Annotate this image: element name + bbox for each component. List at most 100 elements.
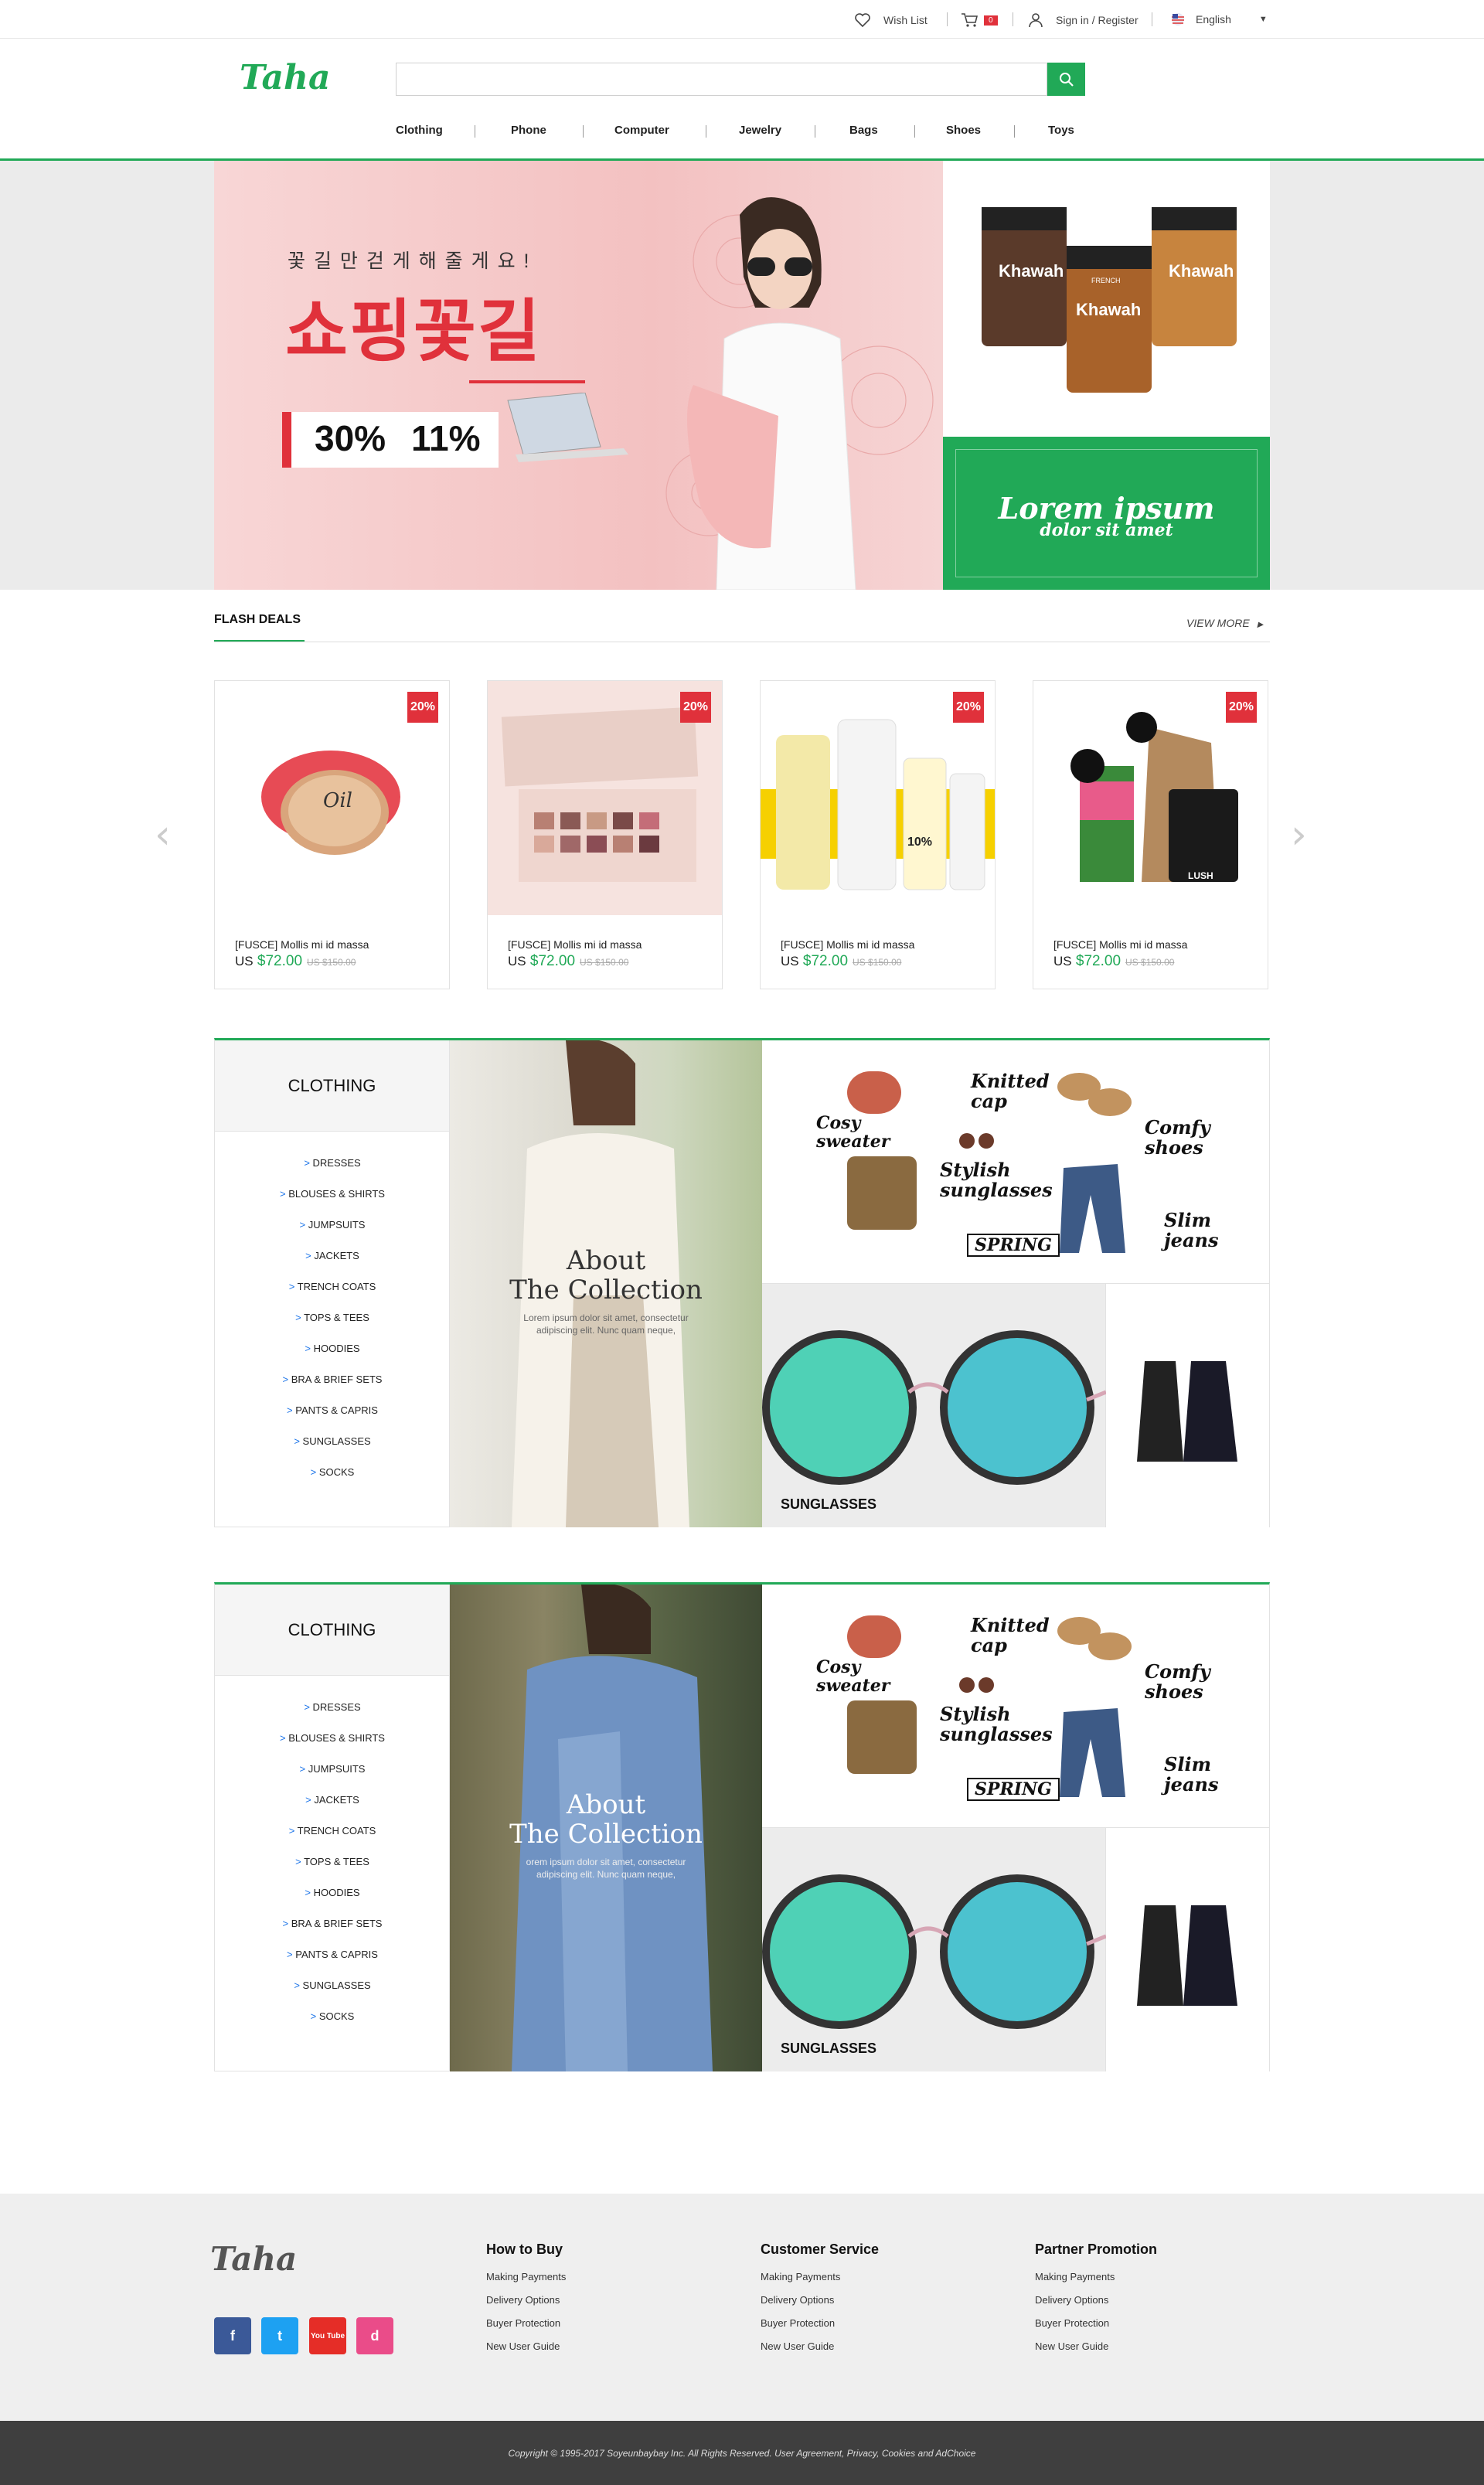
category-item[interactable]: > HOODIES: [215, 1343, 450, 1354]
search-input[interactable]: [396, 63, 1047, 96]
dresses-banner[interactable]: [1106, 1828, 1269, 2071]
hero-main-banner[interactable]: 꽃 길 만 걷 게 해 줄 게 요 ! 쇼핑꽃길 30% 11%: [214, 161, 943, 590]
spring-label-knitted: Knitted cap: [971, 1614, 1050, 1656]
product-name[interactable]: [FUSCE] Mollis mi id massa: [235, 938, 369, 951]
nav-jewelry[interactable]: Jewelry: [739, 124, 781, 137]
product-name[interactable]: [FUSCE] Mollis mi id massa: [781, 938, 914, 951]
footer-link[interactable]: Buyer Protection: [761, 2312, 879, 2335]
copyright-bar: Copyright © 1995-2017 Soyeunbaybay Inc. …: [0, 2421, 1484, 2485]
product-name[interactable]: [FUSCE] Mollis mi id massa: [1053, 938, 1187, 951]
dresses-banner[interactable]: [1106, 1284, 1269, 1527]
category-item[interactable]: > DRESSES: [215, 1157, 450, 1169]
category-item[interactable]: > SOCKS: [215, 1466, 450, 1478]
chevron-down-icon: ▼: [1258, 15, 1268, 24]
category-item[interactable]: > SUNGLASSES: [215, 1979, 450, 1991]
category-item[interactable]: > PANTS & CAPRIS: [215, 1949, 450, 1960]
product-card[interactable]: Oil 20% [FUSCE] Mollis mi id massa US $7…: [214, 680, 450, 989]
footer-link[interactable]: Making Payments: [486, 2265, 566, 2289]
signin-link[interactable]: Sign in / Register: [1028, 12, 1139, 28]
twitter-icon[interactable]: t: [261, 2317, 298, 2354]
nav-phone[interactable]: Phone: [511, 124, 546, 137]
footer-link[interactable]: Delivery Options: [1035, 2289, 1157, 2312]
category-item[interactable]: > TRENCH COATS: [215, 1281, 450, 1292]
collection-banner[interactable]: About The Collection orem ipsum dolor si…: [450, 1585, 762, 2071]
category-item[interactable]: > JUMPSUITS: [215, 1219, 450, 1231]
category-item[interactable]: > BLOUSES & SHIRTS: [215, 1188, 450, 1200]
category-item[interactable]: > BLOUSES & SHIRTS: [215, 1732, 450, 1744]
category-item[interactable]: > JACKETS: [215, 1794, 450, 1806]
price-value: $72.00: [257, 953, 303, 969]
nav-computer[interactable]: Computer: [614, 124, 669, 137]
cup-label-2: Khawah: [1076, 300, 1142, 319]
category-item[interactable]: > HOODIES: [215, 1887, 450, 1898]
category-item-label: SOCKS: [318, 2010, 355, 2022]
product-name[interactable]: [FUSCE] Mollis mi id massa: [508, 938, 642, 951]
search-button[interactable]: [1047, 63, 1085, 96]
footer-link[interactable]: Making Payments: [761, 2265, 879, 2289]
footer-link[interactable]: Making Payments: [1035, 2265, 1157, 2289]
category-item[interactable]: > JUMPSUITS: [215, 1763, 450, 1775]
footer-link[interactable]: New User Guide: [486, 2335, 566, 2358]
about-text: About: [566, 1789, 646, 1820]
product-card[interactable]: LUSH 20% [FUSCE] Mollis mi id massa US $…: [1033, 680, 1268, 989]
nav-toys[interactable]: Toys: [1048, 124, 1074, 137]
category-item[interactable]: > JACKETS: [215, 1250, 450, 1261]
category-item[interactable]: > SOCKS: [215, 2010, 450, 2022]
product-card[interactable]: 20% [FUSCE] Mollis mi id massa US $72.00…: [487, 680, 723, 989]
collection-desc: orem ipsum dolor sit amet, consectetur: [526, 1857, 686, 1867]
category-item[interactable]: > DRESSES: [215, 1701, 450, 1713]
footer-link[interactable]: Delivery Options: [486, 2289, 566, 2312]
language-selector[interactable]: English ▼: [1171, 12, 1268, 26]
nav-bags[interactable]: Bags: [849, 124, 878, 137]
sunglasses-image: [762, 1874, 1106, 2029]
category-item[interactable]: > SUNGLASSES: [215, 1435, 450, 1447]
carousel-next-button[interactable]: ›: [1291, 812, 1307, 858]
category-title[interactable]: CLOTHING: [215, 1040, 450, 1132]
spring-banner[interactable]: Knitted cap Cosy sweater Comfy shoes Sty…: [762, 1040, 1269, 1284]
category-item[interactable]: > TRENCH COATS: [215, 1825, 450, 1837]
category-item[interactable]: > TOPS & TEES: [215, 1856, 450, 1867]
footer-link[interactable]: Delivery Options: [761, 2289, 879, 2312]
chevron-right-icon: >: [280, 1188, 289, 1200]
nav-shoes[interactable]: Shoes: [946, 124, 981, 137]
dribbble-icon[interactable]: d: [356, 2317, 393, 2354]
sunglasses-banner[interactable]: SUNGLASSES: [762, 1284, 1106, 1527]
view-more-link[interactable]: VIEW MORE ▶: [1186, 617, 1263, 629]
hero-product-banner[interactable]: Khawah Khawah Khawah FRENCH: [943, 161, 1270, 437]
hero-promo-banner[interactable]: Lorem ipsum dolor sit amet: [943, 437, 1270, 590]
chevron-right-icon: >: [295, 1856, 305, 1867]
collection-desc: adipiscing elit. Nunc quam neque,: [536, 1869, 676, 1880]
old-price: US $150.00: [853, 957, 902, 968]
footer-logo[interactable]: Taha: [210, 2240, 297, 2278]
footer: [0, 2194, 1484, 2421]
site-logo[interactable]: Taha: [240, 58, 331, 97]
youtube-icon[interactable]: You Tube: [309, 2317, 346, 2354]
footer-link[interactable]: Buyer Protection: [486, 2312, 566, 2335]
sunglasses-banner[interactable]: SUNGLASSES: [762, 1828, 1106, 2071]
spring-label-sunglasses: Stylish sunglasses: [940, 1159, 1053, 1201]
footer-link[interactable]: New User Guide: [761, 2335, 879, 2358]
user-icon: [1029, 13, 1043, 28]
price-currency: US: [1053, 954, 1072, 968]
cart-link[interactable]: 0: [961, 12, 998, 28]
category-item[interactable]: > TOPS & TEES: [215, 1312, 450, 1323]
spring-label-shoes: Comfy shoes: [1145, 1660, 1210, 1703]
wishlist-link[interactable]: Wish List: [854, 12, 928, 28]
facebook-icon[interactable]: f: [214, 2317, 251, 2354]
collection-banner[interactable]: About The Collection Lorem ipsum dolor s…: [450, 1040, 762, 1527]
nav-clothing[interactable]: Clothing: [396, 124, 443, 137]
category-item[interactable]: > BRA & BRIEF SETS: [215, 1374, 450, 1385]
cart-count-badge: 0: [984, 15, 998, 26]
product-card[interactable]: 10% 20% [FUSCE] Mollis mi id massa US $7…: [760, 680, 996, 989]
category-item-label: JACKETS: [314, 1794, 359, 1806]
carousel-prev-button[interactable]: ‹: [155, 812, 171, 858]
footer-link[interactable]: Buyer Protection: [1035, 2312, 1157, 2335]
category-item[interactable]: > PANTS & CAPRIS: [215, 1404, 450, 1416]
category-title[interactable]: CLOTHING: [215, 1585, 450, 1676]
footer-link[interactable]: New User Guide: [1035, 2335, 1157, 2358]
category-item-label: JUMPSUITS: [308, 1219, 366, 1231]
category-item[interactable]: > BRA & BRIEF SETS: [215, 1918, 450, 1929]
category-item-label: HOODIES: [313, 1887, 360, 1898]
category-item-label: JUMPSUITS: [308, 1763, 366, 1775]
spring-banner[interactable]: Knitted cap Cosy sweater Comfy shoes Sty…: [762, 1585, 1269, 1828]
